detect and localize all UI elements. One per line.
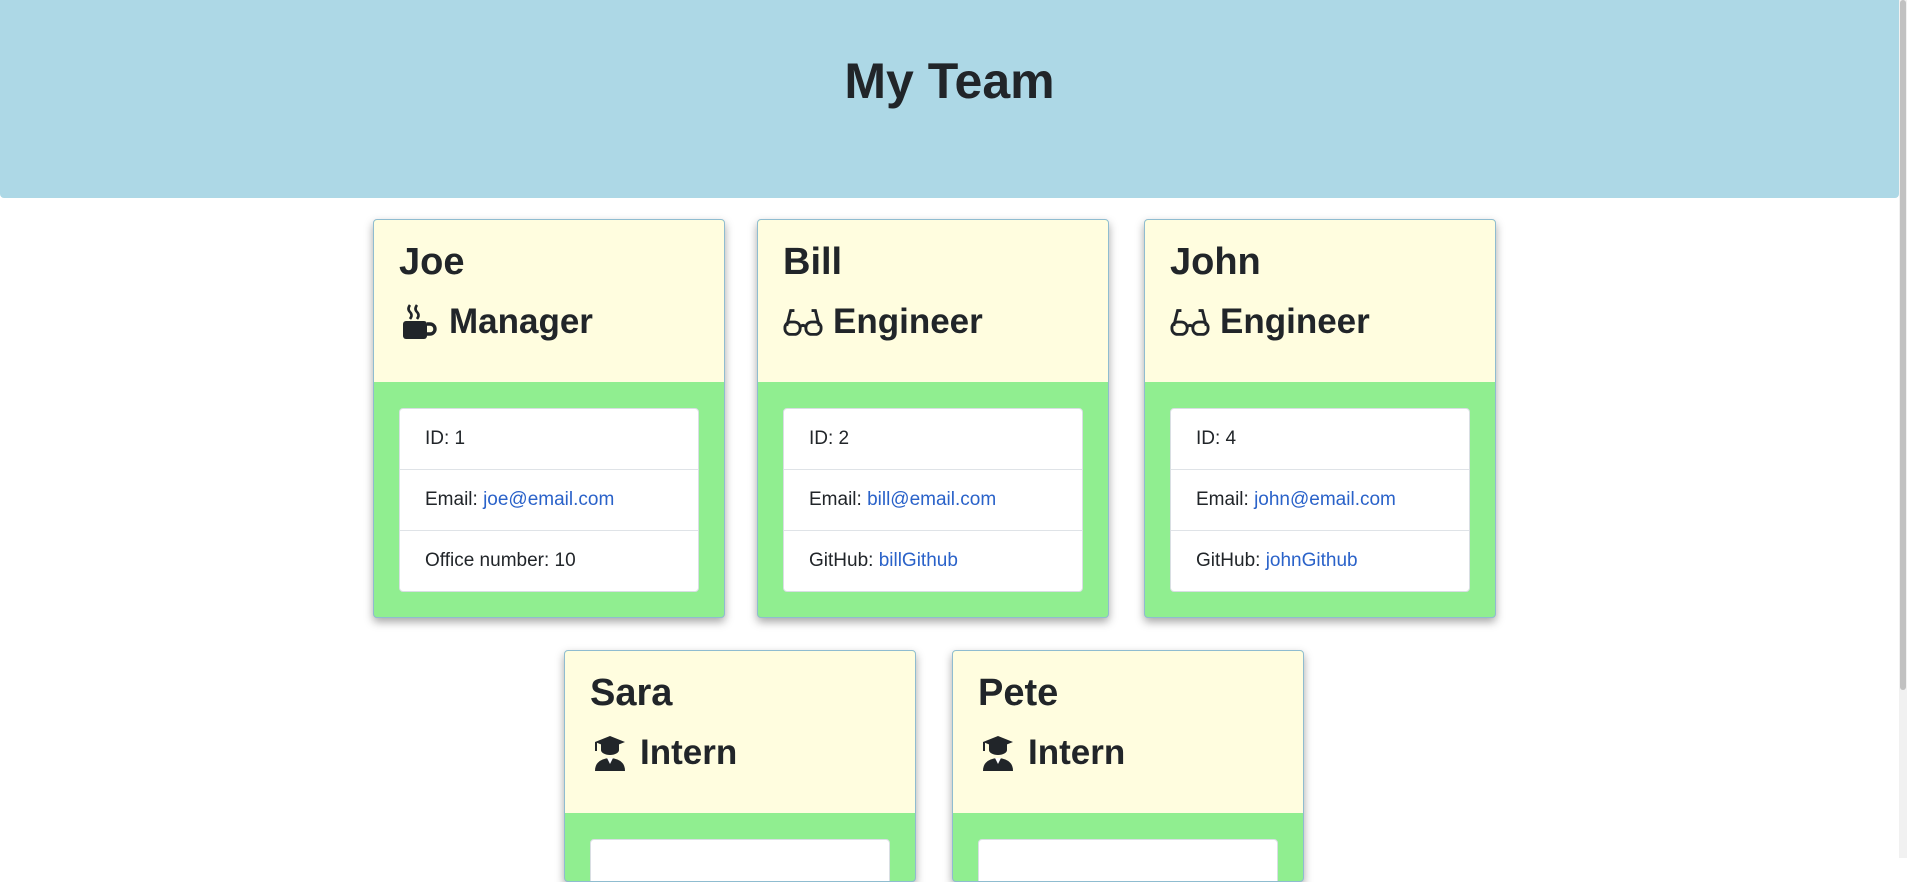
employee-name: John	[1170, 241, 1261, 283]
id-item: ID: 4	[1196, 428, 1237, 449]
email-link[interactable]: joe@email.com	[483, 489, 614, 510]
graduate-icon	[978, 733, 1018, 773]
card-header: Pete Intern	[953, 651, 1303, 813]
email-item: Email: joe@email.com	[400, 469, 698, 530]
role-label: Intern	[1028, 733, 1126, 772]
github-link[interactable]: billGithub	[879, 550, 958, 571]
employee-role: Intern	[590, 731, 737, 775]
card-header: Joe Manager	[374, 220, 724, 382]
employee-role: Manager	[399, 300, 593, 344]
graduate-icon	[590, 733, 630, 773]
office-number-item: Office number: 10	[400, 530, 698, 591]
employee-card: Joe Manager ID: 1 Email: joe@email.com O…	[373, 219, 725, 618]
card-body: ID: 2 Email: bill@email.com GitHub: bill…	[758, 382, 1108, 617]
coffee-icon	[399, 302, 439, 342]
card-body	[953, 813, 1303, 881]
employee-name: Joe	[399, 241, 465, 283]
employee-card: John Engineer ID: 4 Email: john@email.co…	[1144, 219, 1496, 618]
card-header: Bill Engineer	[758, 220, 1108, 382]
info-list: ID: 1 Email: joe@email.com Office number…	[399, 408, 699, 592]
card-body	[565, 813, 915, 881]
info-list: ID: 4 Email: john@email.com GitHub: john…	[1170, 408, 1470, 592]
header-jumbotron: My Team	[0, 0, 1899, 198]
employee-name: Sara	[590, 672, 673, 714]
id-item: ID: 1	[425, 428, 466, 449]
email-link[interactable]: bill@email.com	[867, 489, 996, 510]
vertical-scrollbar[interactable]	[1899, 0, 1907, 858]
scrollbar-thumb[interactable]	[1900, 0, 1906, 690]
glasses-icon	[783, 302, 823, 342]
email-item: Email: john@email.com	[1171, 469, 1469, 530]
github-item: GitHub: billGithub	[784, 530, 1082, 591]
card-body: ID: 1 Email: joe@email.com Office number…	[374, 382, 724, 617]
role-label: Intern	[640, 733, 738, 772]
employee-name: Pete	[978, 672, 1059, 714]
employee-name: Bill	[783, 241, 843, 283]
email-item: Email: bill@email.com	[784, 469, 1082, 530]
page-title: My Team	[844, 53, 1055, 109]
email-link[interactable]: john@email.com	[1254, 489, 1396, 510]
employee-card: Sara Intern	[564, 650, 916, 882]
employee-role: Engineer	[1170, 300, 1370, 344]
employee-role: Intern	[978, 731, 1125, 775]
info-list: ID: 2 Email: bill@email.com GitHub: bill…	[783, 408, 1083, 592]
info-list	[590, 839, 890, 881]
role-label: Engineer	[1220, 302, 1370, 341]
info-list	[978, 839, 1278, 881]
card-body: ID: 4 Email: john@email.com GitHub: john…	[1145, 382, 1495, 617]
github-link[interactable]: johnGithub	[1266, 550, 1358, 571]
card-header: John Engineer	[1145, 220, 1495, 382]
glasses-icon	[1170, 302, 1210, 342]
role-label: Manager	[449, 302, 593, 341]
id-item: ID: 2	[809, 428, 850, 449]
role-label: Engineer	[833, 302, 983, 341]
github-item: GitHub: johnGithub	[1171, 530, 1469, 591]
employee-card: Pete Intern	[952, 650, 1304, 882]
employee-role: Engineer	[783, 300, 983, 344]
card-header: Sara Intern	[565, 651, 915, 813]
employee-card: Bill Engineer ID: 2 Email: bill@email.co…	[757, 219, 1109, 618]
